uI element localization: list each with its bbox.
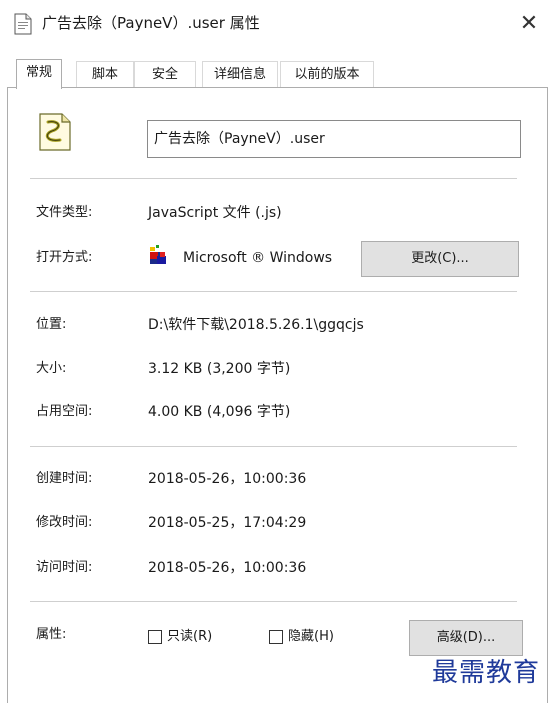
watermark-text: 最需教育: [432, 658, 541, 688]
tab-details[interactable]: 详细信息: [202, 61, 278, 88]
close-icon[interactable]: ✕: [514, 10, 544, 38]
accessed-label: 访问时间:: [36, 560, 93, 575]
tab-security[interactable]: 安全: [134, 61, 196, 88]
disk-size-value: 4.00 KB (4,096 字节): [148, 404, 291, 420]
separator: [30, 178, 517, 179]
advanced-button[interactable]: 高级(D)...: [409, 620, 523, 656]
attributes-label: 属性:: [36, 627, 67, 642]
size-value: 3.12 KB (3,200 字节): [148, 361, 291, 377]
file-type-label: 文件类型:: [36, 205, 93, 220]
tab-bar: 常规 脚本 安全 详细信息 以前的版本: [16, 59, 516, 89]
tab-previous-versions[interactable]: 以前的版本: [280, 61, 374, 88]
change-button[interactable]: 更改(C)...: [361, 241, 519, 277]
modified-label: 修改时间:: [36, 515, 93, 530]
tab-script[interactable]: 脚本: [76, 61, 134, 88]
separator: [30, 291, 517, 292]
file-type-value: JavaScript 文件 (.js): [148, 205, 282, 221]
title-bar[interactable]: 广告去除（PayneV）.user 属性 ✕: [0, 0, 557, 48]
tab-panel: [7, 87, 548, 703]
hidden-label[interactable]: 隐藏(H): [288, 627, 334, 647]
accessed-value: 2018-05-26，10:00:36: [148, 560, 307, 576]
modified-value: 2018-05-25，17:04:29: [148, 515, 307, 531]
hidden-checkbox[interactable]: [269, 630, 283, 644]
filename-field[interactable]: 广告去除（PayneV）.user: [147, 120, 521, 158]
open-with-value: Microsoft ® Windows: [183, 250, 333, 266]
script-file-icon: [38, 112, 72, 152]
disk-size-label: 占用空间:: [36, 404, 93, 419]
size-label: 大小:: [36, 361, 67, 376]
readonly-label[interactable]: 只读(R): [167, 627, 212, 647]
properties-dialog: 广告去除（PayneV）.user 属性 ✕ 常规 脚本 安全 详细信息 以前的…: [0, 0, 557, 703]
readonly-checkbox[interactable]: [148, 630, 162, 644]
window-title: 广告去除（PayneV）.user 属性: [42, 14, 260, 32]
location-label: 位置:: [36, 317, 67, 332]
separator: [30, 446, 517, 447]
created-label: 创建时间:: [36, 471, 93, 486]
tab-general[interactable]: 常规: [16, 59, 62, 89]
open-with-label: 打开方式:: [36, 250, 93, 265]
created-value: 2018-05-26，10:00:36: [148, 471, 307, 487]
separator: [30, 601, 517, 602]
location-value: D:\软件下载\2018.5.26.1\ggqcjs: [148, 317, 364, 333]
windows-script-host-icon: [148, 244, 168, 266]
document-icon: [14, 13, 32, 35]
